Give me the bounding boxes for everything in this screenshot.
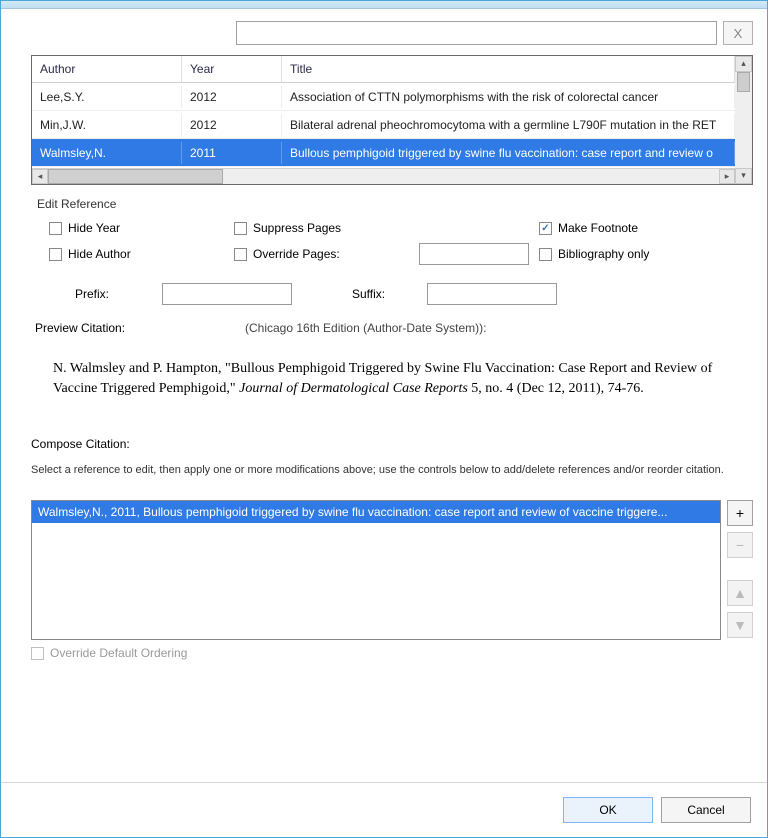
hide-year-label: Hide Year (68, 221, 120, 235)
preview-text-tail: 5, no. 4 (Dec 12, 2011), 74-76. (468, 381, 644, 396)
bibliography-only-label: Bibliography only (558, 247, 649, 261)
override-pages-checkbox[interactable] (234, 248, 247, 261)
search-input[interactable] (236, 21, 717, 45)
compose-instruction: Select a reference to edit, then apply o… (31, 463, 753, 478)
citation-list-item[interactable]: Walmsley,N., 2011, Bullous pemphigoid tr… (32, 501, 720, 523)
cancel-button[interactable]: Cancel (661, 797, 751, 823)
hide-author-label: Hide Author (68, 247, 131, 261)
cell-year: 2012 (182, 114, 282, 136)
suffix-label: Suffix: (352, 287, 427, 301)
main-content: X ▴ ▾ Author Year Title Lee,S.Y. 2012 (1, 9, 767, 782)
header-title[interactable]: Title (282, 56, 735, 82)
hscroll-thumb[interactable] (48, 169, 223, 184)
compose-area: Walmsley,N., 2011, Bullous pemphigoid tr… (31, 500, 753, 640)
citation-list-buttons: + − ▲ ▼ (727, 500, 753, 640)
prefix-input[interactable] (162, 283, 292, 305)
preview-box: N. Walmsley and P. Hampton, "Bullous Pem… (35, 345, 749, 425)
cell-author: Walmsley,N. (32, 142, 182, 164)
override-ordering-label: Override Default Ordering (50, 646, 187, 660)
table-body: Lee,S.Y. 2012 Association of CTTN polymo… (32, 83, 735, 168)
cell-year: 2011 (182, 142, 282, 164)
horizontal-scrollbar[interactable]: ◂ ▸ (32, 168, 735, 184)
header-author[interactable]: Author (32, 56, 182, 82)
override-pages-input[interactable] (419, 243, 529, 265)
override-pages-label: Override Pages: (253, 247, 340, 261)
edit-reference-label: Edit Reference (37, 197, 747, 211)
table-row[interactable]: Min,J.W. 2012 Bilateral adrenal pheochro… (32, 111, 735, 139)
table-row[interactable]: Lee,S.Y. 2012 Association of CTTN polymo… (32, 83, 735, 111)
cell-title: Bilateral adrenal pheochromocytoma with … (282, 114, 735, 136)
override-ordering-row: Override Default Ordering (31, 646, 753, 660)
citation-dialog: X ▴ ▾ Author Year Title Lee,S.Y. 2012 (0, 0, 768, 838)
ok-button[interactable]: OK (563, 797, 653, 823)
edit-reference-section: Edit Reference Hide Year Suppress Pages … (31, 189, 753, 313)
prefix-label: Prefix: (75, 287, 162, 301)
bibliography-only-checkbox[interactable] (539, 248, 552, 261)
remove-reference-button[interactable]: − (727, 532, 753, 558)
move-up-button[interactable]: ▲ (727, 580, 753, 606)
cell-title: Bullous pemphigoid triggered by swine fl… (282, 142, 735, 164)
hide-year-checkbox[interactable] (49, 222, 62, 235)
table-row[interactable]: Walmsley,N. 2011 Bullous pemphigoid trig… (32, 139, 735, 167)
vertical-scrollbar[interactable]: ▴ ▾ (735, 56, 752, 184)
preview-citation-label: Preview Citation: (35, 321, 245, 335)
scroll-up-button[interactable]: ▴ (735, 56, 752, 72)
scroll-left-button[interactable]: ◂ (32, 169, 48, 184)
cell-title: Association of CTTN polymorphisms with t… (282, 86, 735, 108)
scroll-right-button[interactable]: ▸ (719, 169, 735, 184)
scroll-down-button[interactable]: ▾ (735, 168, 752, 184)
preview-section: Preview Citation: (Chicago 16th Edition … (31, 321, 753, 425)
cell-author: Min,J.W. (32, 114, 182, 136)
add-reference-button[interactable]: + (727, 500, 753, 526)
cell-author: Lee,S.Y. (32, 86, 182, 108)
references-table: ▴ ▾ Author Year Title Lee,S.Y. 2012 Asso… (31, 55, 753, 185)
clear-search-button[interactable]: X (723, 21, 753, 45)
scroll-thumb[interactable] (737, 72, 750, 92)
make-footnote-checkbox[interactable] (539, 222, 552, 235)
suppress-pages-checkbox[interactable] (234, 222, 247, 235)
compose-citation-label: Compose Citation: (31, 437, 753, 451)
search-row: X (236, 21, 753, 45)
header-year[interactable]: Year (182, 56, 282, 82)
override-ordering-checkbox (31, 647, 44, 660)
make-footnote-label: Make Footnote (558, 221, 638, 235)
title-bar (1, 1, 767, 9)
preview-text-italic: Journal of Dermatological Case Reports (239, 381, 468, 396)
suppress-pages-label: Suppress Pages (253, 221, 341, 235)
hide-author-checkbox[interactable] (49, 248, 62, 261)
preview-style-label: (Chicago 16th Edition (Author-Date Syste… (245, 321, 486, 335)
move-down-button[interactable]: ▼ (727, 612, 753, 638)
dialog-footer: OK Cancel (1, 782, 767, 837)
table-header: Author Year Title (32, 56, 735, 83)
cell-year: 2012 (182, 86, 282, 108)
citation-list[interactable]: Walmsley,N., 2011, Bullous pemphigoid tr… (31, 500, 721, 640)
suffix-input[interactable] (427, 283, 557, 305)
